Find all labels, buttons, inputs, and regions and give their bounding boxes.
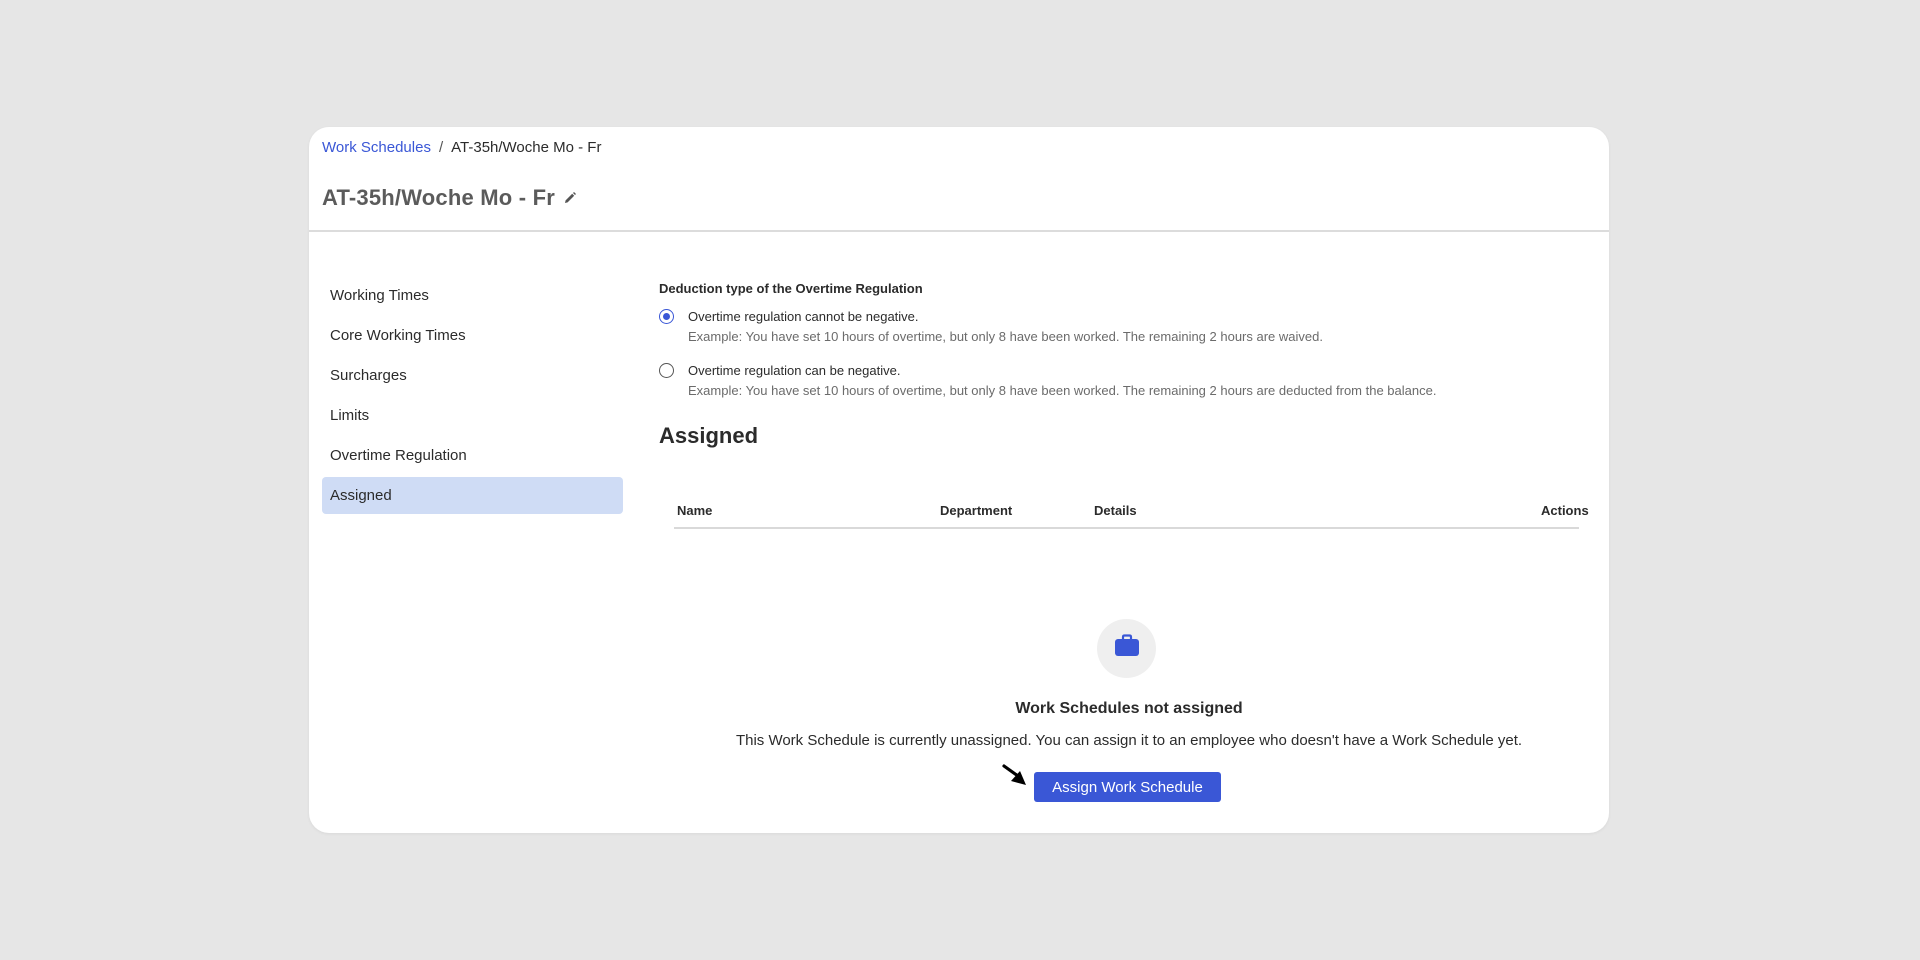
pencil-icon[interactable] bbox=[563, 191, 577, 205]
work-schedule-card: Work Schedules / AT-35h/Woche Mo - Fr AT… bbox=[309, 127, 1609, 833]
sidebar-item-limits[interactable]: Limits bbox=[322, 397, 623, 434]
assign-work-schedule-button[interactable]: Assign Work Schedule bbox=[1034, 772, 1221, 802]
sidebar-item-assigned[interactable]: Assigned bbox=[322, 477, 623, 514]
breadcrumb-separator: / bbox=[438, 139, 444, 156]
main-content: Deduction type of the Overtime Regulatio… bbox=[659, 127, 1599, 833]
sidebar-item-overtime-regulation[interactable]: Overtime Regulation bbox=[322, 437, 623, 474]
breadcrumb-work-schedules-link[interactable]: Work Schedules bbox=[322, 139, 431, 156]
option-label: Overtime regulation cannot be negative. bbox=[688, 309, 919, 324]
assigned-heading: Assigned bbox=[659, 423, 759, 448]
option-example: Example: You have set 10 hours of overti… bbox=[688, 329, 1323, 344]
sidebar-item-surcharges[interactable]: Surcharges bbox=[322, 357, 623, 394]
column-header-name: Name bbox=[677, 503, 713, 518]
sidebar-item-working-times[interactable]: Working Times bbox=[322, 277, 623, 314]
radio-can-be-negative[interactable] bbox=[659, 363, 674, 378]
overtime-option-not-negative[interactable]: Overtime regulation cannot be negative. … bbox=[659, 308, 1323, 345]
sidebar-nav: Working Times Core Working Times Surchar… bbox=[322, 277, 623, 517]
title-row: AT-35h/Woche Mo - Fr bbox=[322, 185, 577, 211]
sidebar-item-core-working-times[interactable]: Core Working Times bbox=[322, 317, 623, 354]
overtime-deduction-label: Deduction type of the Overtime Regulatio… bbox=[659, 281, 923, 296]
breadcrumb: Work Schedules / AT-35h/Woche Mo - Fr bbox=[322, 139, 601, 156]
breadcrumb-current: AT-35h/Woche Mo - Fr bbox=[451, 139, 602, 156]
option-example: Example: You have set 10 hours of overti… bbox=[688, 383, 1437, 398]
column-header-actions: Actions bbox=[1541, 503, 1589, 518]
empty-state-title: Work Schedules not assigned bbox=[1015, 700, 1243, 717]
mouse-cursor-icon bbox=[1002, 763, 1028, 792]
radio-not-negative[interactable] bbox=[659, 309, 674, 324]
assigned-table-header: Name Department Details Actions bbox=[674, 495, 1589, 529]
empty-state-description: This Work Schedule is currently unassign… bbox=[735, 732, 1523, 749]
option-label: Overtime regulation can be negative. bbox=[688, 363, 901, 378]
empty-state-icon-circle bbox=[1097, 619, 1156, 678]
column-header-details: Details bbox=[1094, 503, 1137, 518]
page-title: AT-35h/Woche Mo - Fr bbox=[322, 185, 555, 210]
briefcase-icon bbox=[1114, 634, 1140, 663]
column-header-department: Department bbox=[940, 503, 1013, 518]
overtime-option-can-be-negative[interactable]: Overtime regulation can be negative. Exa… bbox=[659, 362, 1436, 399]
